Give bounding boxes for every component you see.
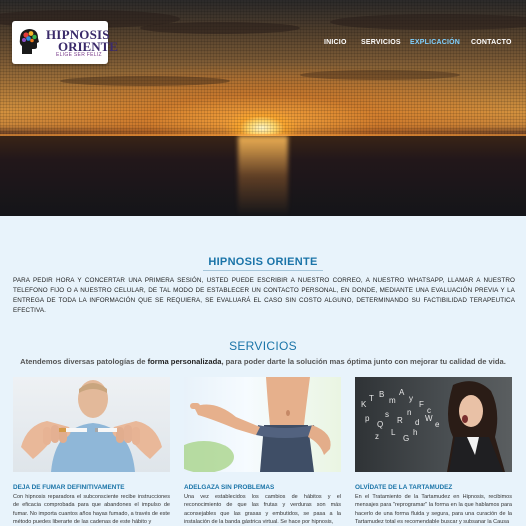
nav-servicios[interactable]: SERVICIOS (361, 39, 401, 46)
svg-text:W: W (425, 414, 433, 423)
brain-head-icon (19, 29, 39, 54)
card-title-weight[interactable]: ADELGAZA SIN PROBLEMAS (184, 484, 274, 491)
services-subtitle-pre: Atendemos diversas patologías de (20, 357, 148, 366)
services-subtitle-post: , para poder darte la solución mas óptim… (221, 357, 506, 366)
services-title: SERVICIOS (229, 339, 297, 353)
site-logo[interactable]: HIPNOSIS ORIENTE ELIGE SER FELIZ (12, 21, 118, 64)
card-image-weight[interactable] (184, 377, 341, 472)
services-subtitle: Atendemos diversas patologías de forma p… (0, 357, 526, 366)
svg-text:T: T (369, 394, 374, 403)
svg-text:K: K (361, 400, 367, 409)
logo-tagline: ELIGE SER FELIZ (56, 52, 102, 58)
svg-text:s: s (385, 410, 389, 419)
card-title-smoking[interactable]: DEJA DE FUMAR DEFINITIVAMENTE (13, 484, 124, 491)
svg-text:A: A (399, 388, 405, 397)
svg-text:B: B (379, 390, 384, 399)
svg-text:R: R (397, 416, 403, 425)
svg-text:Q: Q (377, 420, 383, 429)
nav-inicio[interactable]: INICIO (324, 39, 347, 46)
nav-contacto[interactable]: CONTACTO (471, 39, 512, 46)
card-image-smoking[interactable] (13, 377, 170, 472)
about-title: HIPNOSIS ORIENTE (208, 256, 318, 268)
svg-text:d: d (415, 418, 419, 427)
hero-banner: HIPNOSIS ORIENTE ELIGE SER FELIZ INICIO … (0, 0, 526, 216)
svg-text:p: p (365, 414, 370, 423)
svg-text:G: G (403, 434, 409, 443)
services-subtitle-bold: forma personalizada (147, 357, 222, 366)
woman-letters-icon: KT Bm AyFc pQsR nd Wz LGhe (361, 381, 505, 472)
svg-text:h: h (413, 428, 417, 437)
card-text-weight: Una vez establecidos los cambios de hábi… (184, 494, 341, 526)
nav-explicacion[interactable]: EXPLICACIÓN (410, 39, 460, 46)
hero-cloud (300, 70, 460, 80)
card-text-smoking: Con hipnosis reparadora el subconsciente… (13, 494, 170, 526)
card-image-stuttering[interactable]: KTBm AyFc pQsR ndWz LGhe (355, 377, 512, 472)
about-text: PARA PEDIR HORA Y CONCERTAR UNA PRIMERA … (13, 277, 515, 314)
sun-reflection (238, 136, 288, 216)
svg-text:L: L (391, 428, 396, 437)
svg-text:m: m (389, 396, 396, 405)
hero-cloud (330, 14, 526, 30)
hero-cloud (60, 76, 230, 86)
about-divider (203, 270, 323, 271)
hands-cigarette-icon (21, 380, 162, 472)
waist-icon (184, 377, 331, 472)
card-text-stuttering: En el Tratamiento de la Tartamudez en Hi… (355, 494, 512, 526)
svg-text:e: e (435, 420, 440, 429)
svg-text:F: F (419, 400, 424, 409)
svg-text:n: n (407, 408, 411, 417)
svg-text:z: z (375, 432, 379, 441)
hero-cloud (140, 22, 300, 34)
svg-text:y: y (409, 394, 413, 403)
card-title-stuttering[interactable]: OLVÍDATE DE LA TARTAMUDEZ (355, 484, 452, 491)
